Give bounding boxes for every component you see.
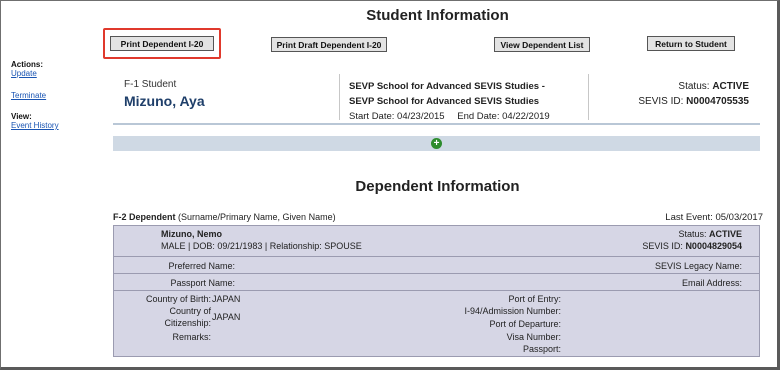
- status-badge: ACTIVE: [708, 229, 742, 239]
- page-title: Student Information: [366, 7, 509, 24]
- start-date: Start Date: 04/23/2015: [349, 111, 445, 122]
- return-to-student-button[interactable]: Return to Student: [647, 36, 735, 51]
- print-draft-dependent-i20-button[interactable]: Print Draft Dependent I-20: [271, 37, 387, 52]
- port-of-entry-label: Port of Entry:: [508, 294, 561, 304]
- view-dependent-list-button[interactable]: View Dependent List: [494, 37, 590, 52]
- plus-icon[interactable]: +: [431, 138, 442, 149]
- terminate-link[interactable]: Terminate: [11, 91, 59, 100]
- sevis-id-label: SEVIS ID:: [638, 96, 684, 107]
- school-line-1: SEVP School for Advanced SEVIS Studies -: [349, 81, 545, 92]
- port-of-departure-label: Port of Departure:: [489, 319, 561, 329]
- view-label: View:: [11, 112, 32, 121]
- remarks-label: Remarks:: [172, 332, 211, 342]
- student-summary: F-1 Student Mizuno, Aya SEVP School for …: [113, 71, 760, 123]
- divider: [113, 123, 760, 125]
- country-of-birth-value: JAPAN: [212, 294, 241, 304]
- divider: [339, 74, 340, 120]
- dependent-status: Status: ACTIVE: [678, 229, 742, 239]
- sevis-id-value: N0004829054: [685, 241, 742, 251]
- last-event: Last Event: 05/03/2017: [665, 212, 763, 223]
- row-divider: [114, 290, 759, 291]
- dependent-name: Mizuno, Nemo: [161, 229, 222, 239]
- passport-label: Passport:: [522, 344, 561, 354]
- school-line-2: SEVP School for Advanced SEVIS Studies: [349, 96, 540, 107]
- dependent-sevis-id: SEVIS ID: N0004829054: [642, 241, 742, 251]
- row-divider: [114, 273, 759, 274]
- email-address-label: Email Address:: [681, 278, 742, 288]
- dependent-details: Mizuno, Nemo MALE | DOB: 09/21/1983 | Re…: [113, 225, 760, 357]
- f2-dependent-heading: F-2 Dependent (Surname/Primary Name, Giv…: [113, 212, 336, 222]
- actions-label: Actions:: [11, 60, 43, 69]
- f2-hint: (Surname/Primary Name, Given Name): [178, 212, 336, 222]
- country-of-birth-label: Country of Birth:: [145, 294, 211, 304]
- status-badge: ACTIVE: [712, 81, 749, 92]
- expand-bar[interactable]: +: [113, 136, 760, 151]
- divider: [588, 74, 589, 120]
- status-label: Status:: [678, 81, 710, 92]
- citizenship-label-line-2: Citizenship:: [164, 318, 211, 328]
- dependent-section-title: Dependent Information: [355, 178, 520, 195]
- i94-admission-number-label: I-94/Admission Number:: [464, 306, 561, 316]
- update-link[interactable]: Update: [11, 69, 59, 78]
- f2-label: F-2 Dependent: [113, 212, 176, 222]
- row-divider: [114, 256, 759, 257]
- print-dependent-i20-button[interactable]: Print Dependent I-20: [110, 36, 214, 51]
- sevis-legacy-name-label: SEVIS Legacy Name:: [654, 261, 742, 271]
- passport-name-label: Passport Name:: [170, 278, 235, 288]
- end-date: End Date: 04/22/2019: [457, 111, 550, 122]
- student-name: Mizuno, Aya: [124, 93, 205, 109]
- citizenship-value: JAPAN: [212, 312, 241, 322]
- dependent-details-line: MALE | DOB: 09/21/1983 | Relationship: S…: [161, 241, 362, 251]
- visa-number-label: Visa Number:: [506, 332, 561, 342]
- sidebar: Actions: Update Terminate View: Event Hi…: [11, 60, 59, 130]
- student-type: F-1 Student: [124, 79, 177, 90]
- event-history-link[interactable]: Event History: [11, 121, 59, 130]
- status-label: Status:: [678, 229, 707, 239]
- citizenship-label-line-1: Country of: [169, 306, 211, 316]
- sevis-id-label: SEVIS ID:: [642, 241, 683, 251]
- sevis-id-value: N0004705535: [686, 96, 749, 107]
- preferred-name-label: Preferred Name:: [168, 261, 235, 271]
